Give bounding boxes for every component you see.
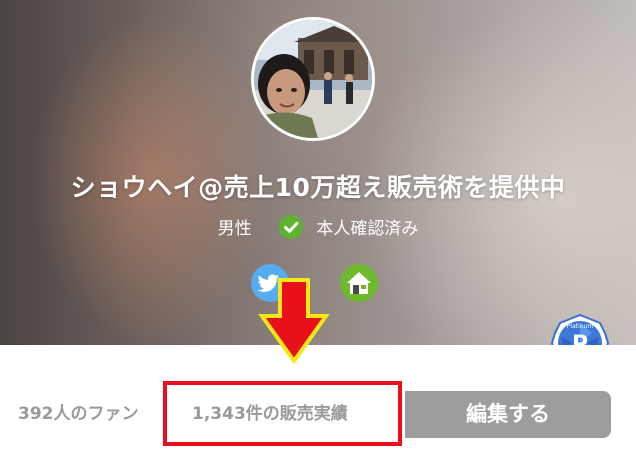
platinum-badge-icon: P Platinum bbox=[550, 313, 610, 345]
sales-highlight-box bbox=[163, 381, 402, 446]
check-circle-icon bbox=[279, 214, 303, 239]
fans-count[interactable]: 392人のファン bbox=[18, 390, 139, 438]
house-icon bbox=[347, 272, 371, 294]
svg-text:Platinum: Platinum bbox=[567, 323, 594, 330]
down-arrow-annotation bbox=[258, 278, 330, 364]
avatar[interactable] bbox=[251, 17, 375, 141]
profile-meta: 男性 本人確認済み bbox=[0, 214, 636, 239]
homepage-link[interactable] bbox=[340, 264, 378, 302]
verified-label: 本人確認済み bbox=[316, 219, 419, 239]
svg-text:P: P bbox=[572, 332, 588, 345]
username: ショウヘイ@売上10万超え販売術を提供中 bbox=[70, 173, 566, 202]
avatar-photo bbox=[254, 20, 372, 138]
edit-profile-button[interactable]: 編集する bbox=[405, 391, 611, 438]
gender-label: 男性 bbox=[217, 219, 252, 239]
